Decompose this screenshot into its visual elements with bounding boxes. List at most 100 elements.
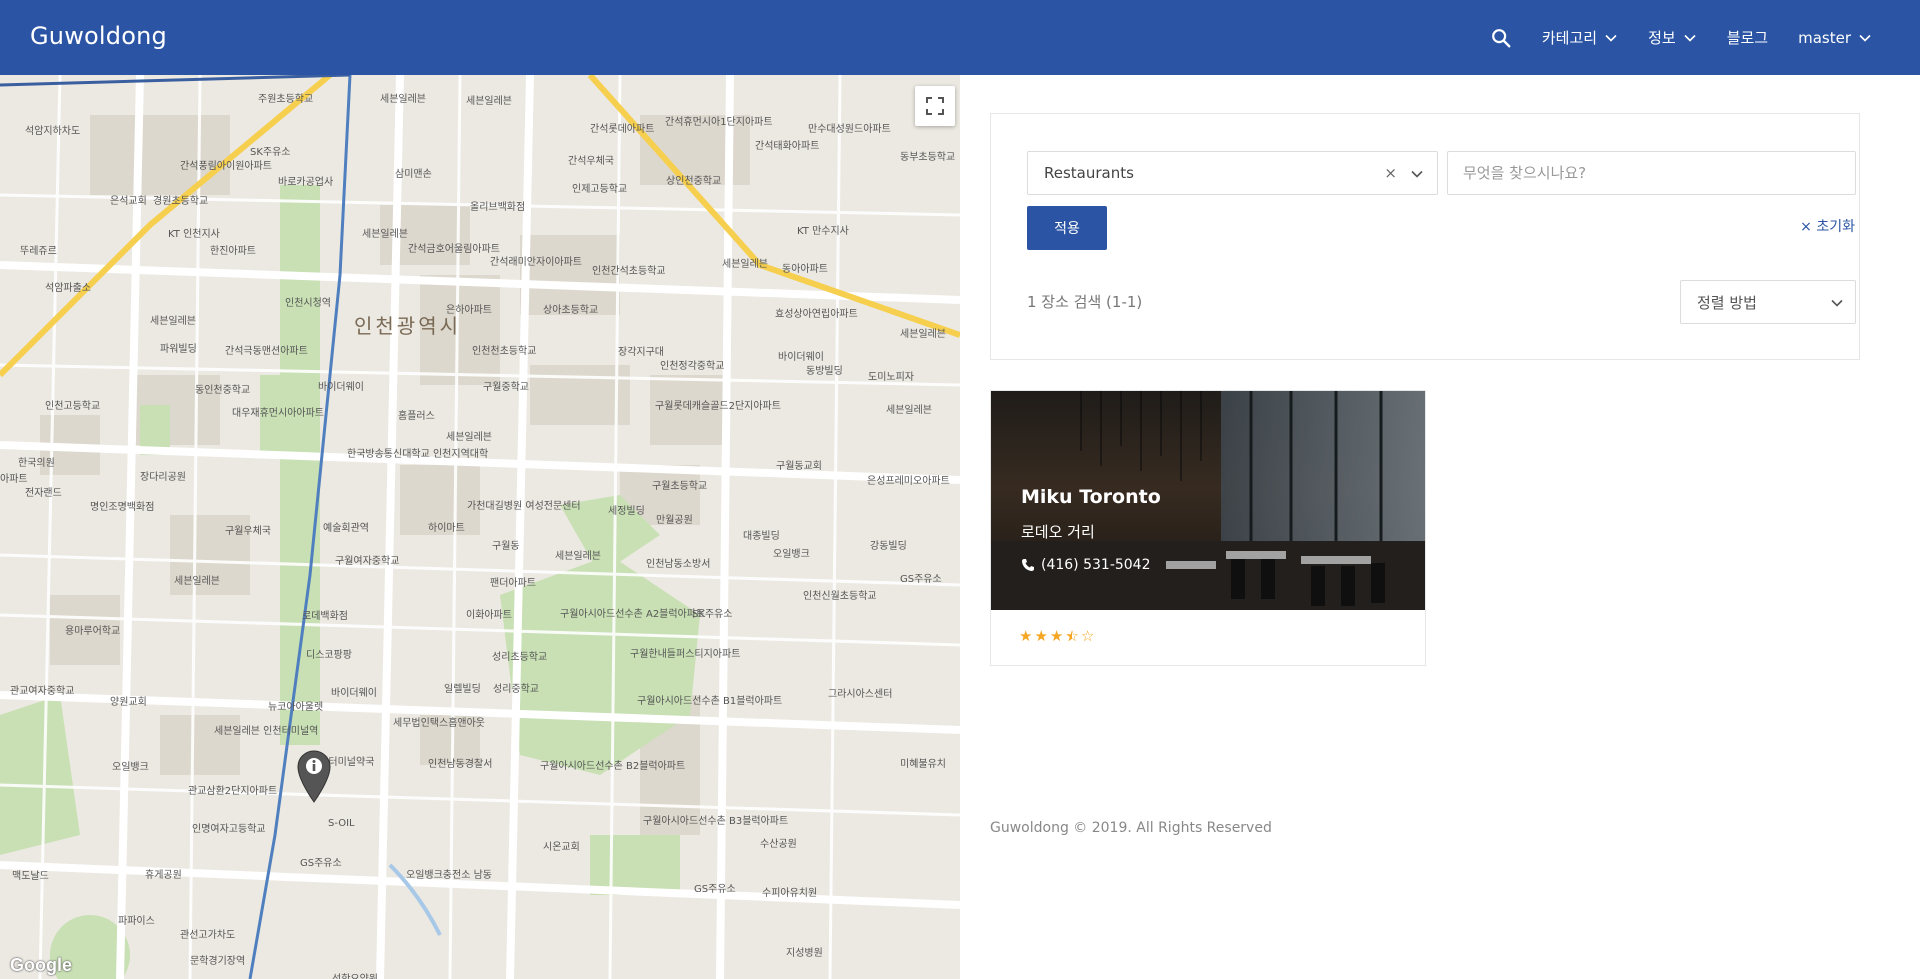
chevron-down-icon xyxy=(1684,34,1696,42)
map-poi-label: 은하아파트 xyxy=(446,305,492,316)
map-poi-label: 한진아파트 xyxy=(210,246,256,257)
map-poi-label: 동아아파트 xyxy=(782,264,828,275)
map-poi-label: 관선고가차도 xyxy=(180,930,236,941)
nav-blog[interactable]: 블로그 xyxy=(1727,27,1768,48)
rating-stars: ★★★☆★☆ xyxy=(1019,629,1096,644)
nav-info-label: 정보 xyxy=(1648,29,1676,47)
map-poi-label: 만수대성원드아파트 xyxy=(808,124,891,135)
map-poi-label: 석암파출소 xyxy=(45,283,91,294)
listing-title[interactable]: Miku Toronto xyxy=(1021,486,1161,508)
map-poi-label: 강동빌딩 xyxy=(870,541,907,552)
map-poi-label: 인천정각중학교 xyxy=(660,361,725,372)
map-poi-label: 지성병원 xyxy=(786,948,823,959)
map-poi-label: 홈플러스 xyxy=(398,411,435,422)
fullscreen-button[interactable] xyxy=(915,86,955,126)
map-poi-label: 세븐일레븐 xyxy=(886,405,932,416)
map-poi-label: 세븐일레븐 xyxy=(446,432,492,443)
map-poi-label: 한국방송통신대학교 인천지역대학 xyxy=(347,449,489,460)
chevron-down-icon xyxy=(1605,34,1617,42)
map-poi-label: 관교여자중학교 xyxy=(10,686,75,697)
map-poi-label: 구월아시아드선수촌 B3블럭아파트 xyxy=(643,816,789,827)
listing-phone-number: (416) 531-5042 xyxy=(1041,557,1151,573)
nav-category[interactable]: 카테고리 xyxy=(1542,27,1618,48)
map-poi-label: 간석우체국 xyxy=(568,156,614,167)
map-poi-label: 용마루어학교 xyxy=(65,626,121,637)
map-poi-label: 간석래미안자이아파트 xyxy=(490,257,582,268)
map-poi-label: 장다리공원 xyxy=(140,472,186,483)
brand-logo[interactable]: Guwoldong xyxy=(30,22,167,50)
map-poi-label: 구월초등학교 xyxy=(652,481,708,492)
fullscreen-icon xyxy=(926,97,944,115)
map-poi-label: 구월동교회 xyxy=(776,461,822,472)
nav-user-menu[interactable]: master xyxy=(1798,29,1872,47)
map-poi-label: GS주유소 xyxy=(300,858,342,869)
top-navbar: Guwoldong 카테고리 정보 블로그 master xyxy=(0,0,1920,75)
clear-icon[interactable]: × xyxy=(1384,164,1397,182)
map-poi-label: 구월아시아드선수촌 A2블럭아파트 xyxy=(560,609,706,620)
map-poi-label: 대우재휴먼시아아파트 xyxy=(232,408,324,419)
map-poi-label: 인천남동경찰서 xyxy=(428,759,493,770)
map-poi-label: 세븐일레븐 xyxy=(900,329,946,340)
footer-copyright: Guwoldong © 2019. All Rights Reserved xyxy=(990,820,1272,836)
phone-icon xyxy=(1022,559,1034,571)
nav-info[interactable]: 정보 xyxy=(1648,27,1697,48)
map-poi-label: 주원초등학교 xyxy=(258,94,314,105)
map-poi-label: 수산공원 xyxy=(760,839,797,850)
map-poi-label: 맥도날드 xyxy=(12,871,49,882)
map-poi-label: 오일뱅크 xyxy=(773,549,810,560)
map-poi-label: KT 만수지사 xyxy=(797,226,849,237)
search-icon[interactable] xyxy=(1490,27,1512,49)
map-poi-label: 간석극동맨션아파트 xyxy=(225,346,308,357)
map-poi-label: 파워빌딩 xyxy=(160,344,197,355)
map-poi-label: 인천신월초등학교 xyxy=(803,591,877,602)
sort-select-label: 정렬 방법 xyxy=(1697,293,1757,312)
map-poi-label: 선학요양원 xyxy=(332,970,378,979)
map-poi-label: 바이더웨이 xyxy=(778,352,824,363)
chevron-down-icon xyxy=(1411,170,1423,178)
map-poi-label: 세븐일레븐 xyxy=(466,96,512,107)
map-poi-label: 삼미맨손 xyxy=(395,169,432,180)
map-poi-label: 동방빌딩 xyxy=(806,366,843,377)
map-poi-label: 시온교회 xyxy=(543,842,580,853)
map-poi-label: S-OIL xyxy=(328,818,355,829)
map-poi-label: 로데백화점 xyxy=(302,611,348,622)
map-poi-label: 인천남동소방서 xyxy=(646,559,711,570)
map-poi-label: 휴게공원 xyxy=(145,870,182,881)
map-poi-label: 팬더아파트 xyxy=(490,578,536,589)
map-poi-label: 세무법인택스홈앤아웃 xyxy=(393,718,485,729)
apply-button[interactable]: 적용 xyxy=(1027,206,1107,250)
map-poi-label: 간석휴먼시아1단지아파트 xyxy=(665,117,773,128)
listing-phone: (416) 531-5042 xyxy=(1021,557,1151,573)
map-poi-label: 구월우체국 xyxy=(225,526,271,537)
map-poi-label: 도미노피자 xyxy=(868,372,914,383)
map-poi-label: 바이더웨이 xyxy=(331,688,377,699)
star-half-icon: ☆★ xyxy=(1065,627,1079,645)
nav-blog-label: 블로그 xyxy=(1726,29,1769,47)
map-poi-label: 석암지하차도 xyxy=(25,126,81,137)
map-poi-label: 성리중학교 xyxy=(493,684,539,695)
map-poi-label: 한국의원 xyxy=(18,458,55,469)
map-poi-label: 간석풍림아이원아파트 xyxy=(180,161,272,172)
map-poi-label: 은성프레미오아파트 xyxy=(867,476,950,487)
map-poi-label: 수피아유치원 xyxy=(762,888,818,899)
reset-link[interactable]: × 초기화 xyxy=(1725,216,1855,236)
category-select[interactable]: Restaurants × xyxy=(1027,151,1438,195)
search-input[interactable] xyxy=(1447,151,1856,195)
map-poi-label: 인천천초등학교 xyxy=(472,346,537,357)
map-poi-label: 예술회관역 xyxy=(323,523,369,534)
map-poi-label: 구월롯데캐슬골드2단지아파트 xyxy=(655,401,781,412)
map-poi-label: 뚜레쥬르 xyxy=(20,246,57,257)
map-poi-label: 인천시청역 xyxy=(285,298,331,309)
sort-select[interactable]: 정렬 방법 xyxy=(1680,280,1856,324)
map-poi-label: 그라시아스센터 xyxy=(828,689,893,700)
listing-card[interactable]: Miku Toronto 로데오 거리 (416) 531-5042 ★★★☆★… xyxy=(990,390,1426,666)
map-marker-icon[interactable] xyxy=(297,750,331,804)
map-poi-label: 일렐빌딩 xyxy=(444,684,481,695)
category-select-value: Restaurants xyxy=(1044,164,1134,182)
map-view[interactable]: 인천광역시 주원초등학교 세븐일레븐 세븐일레븐 석암지하차도 SK주유소 간석롯데아파트… xyxy=(0,75,960,979)
map-poi-label: 장각지구대 xyxy=(618,347,664,358)
chevron-down-icon xyxy=(1859,34,1871,42)
map-poi-label: 간석태화아파트 xyxy=(755,141,820,152)
map-poi-label: 바로카공업사 xyxy=(278,177,334,188)
map-poi-label: 바이더웨이 xyxy=(318,382,364,393)
